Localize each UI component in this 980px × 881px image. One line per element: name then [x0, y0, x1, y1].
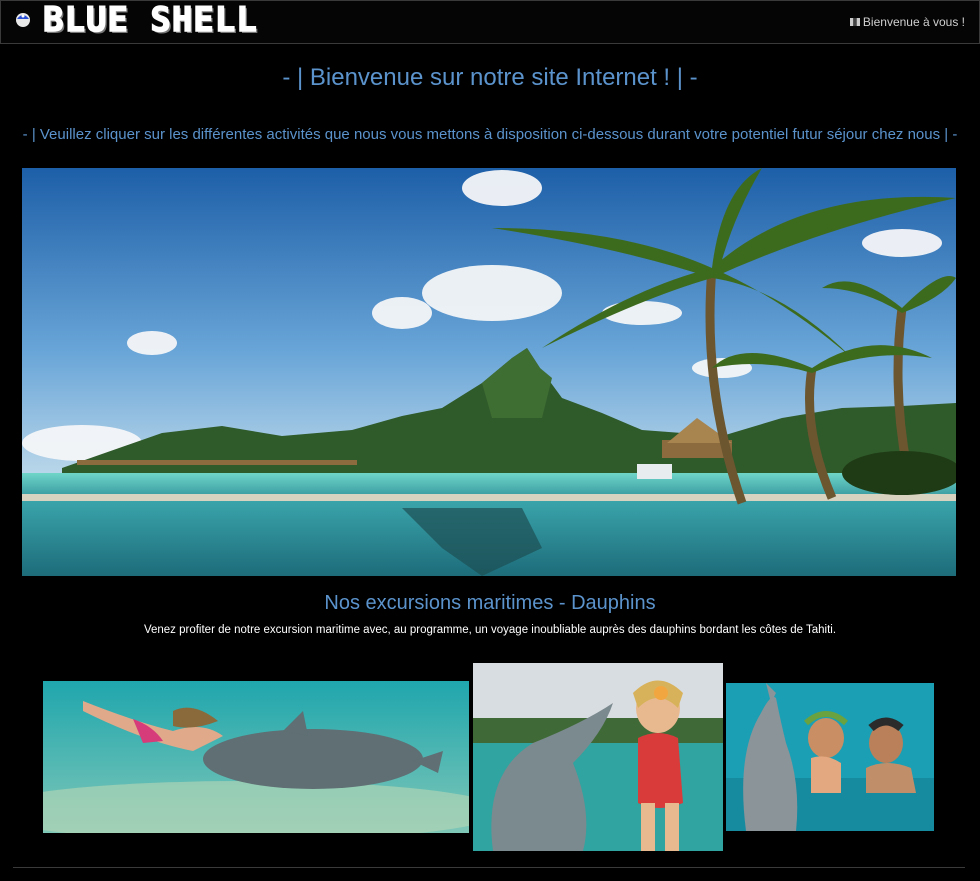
welcome-text: Bienvenue à vous !: [862, 15, 965, 29]
hero-image-bora-bora: [22, 168, 956, 576]
page-headline: - | Bienvenue sur notre site Internet ! …: [282, 64, 698, 91]
flag-icon: [849, 18, 860, 26]
blue-shell-icon[interactable]: [14, 10, 32, 28]
top-bar: BLUE SHELL Bienvenue à vous !: [0, 0, 980, 44]
photo-woman-with-dolphin[interactable]: [473, 663, 723, 851]
photo-couple-with-dolphin[interactable]: [726, 683, 934, 831]
footer-divider: [13, 867, 965, 868]
photo-swimming-with-dolphin[interactable]: [43, 681, 469, 833]
page-subheadline: - | Veuillez cliquer sur les différentes…: [22, 126, 958, 143]
site-logo[interactable]: BLUE SHELL: [42, 2, 258, 38]
welcome-message: Bienvenue à vous !: [849, 15, 965, 29]
section-description: Venez profiter de notre excursion mariti…: [143, 624, 837, 636]
section-title-dolphins[interactable]: Nos excursions maritimes - Dauphins: [0, 592, 980, 615]
